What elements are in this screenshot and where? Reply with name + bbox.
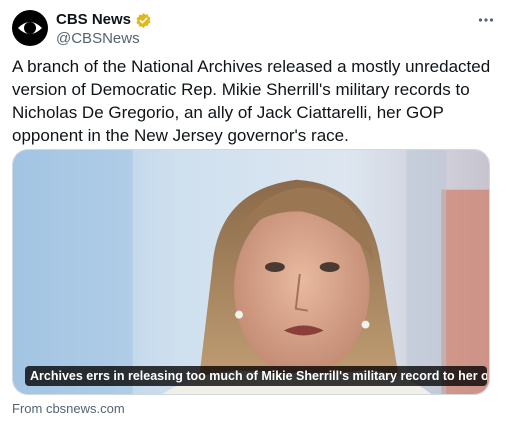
cbs-eye-logo-icon <box>16 14 44 42</box>
avatar[interactable] <box>12 10 48 46</box>
verified-badge-icon <box>136 12 151 28</box>
more-options-icon[interactable] <box>476 10 496 30</box>
link-source[interactable]: From cbsnews.com <box>12 401 125 417</box>
tweet-text: A branch of the National Archives releas… <box>12 57 491 145</box>
name-row: CBS News <box>56 11 152 29</box>
handle[interactable]: @CBSNews <box>56 30 152 48</box>
author-info: CBS News @CBSNews <box>56 11 152 48</box>
tweet-card: CBS News @CBSNews A branch of the Nation… <box>0 0 512 422</box>
link-card-headline: Archives errs in releasing too much of M… <box>25 366 487 386</box>
display-name[interactable]: CBS News <box>56 11 131 29</box>
article-photo <box>13 150 489 394</box>
link-card-media[interactable]: Archives errs in releasing too much of M… <box>12 149 490 395</box>
